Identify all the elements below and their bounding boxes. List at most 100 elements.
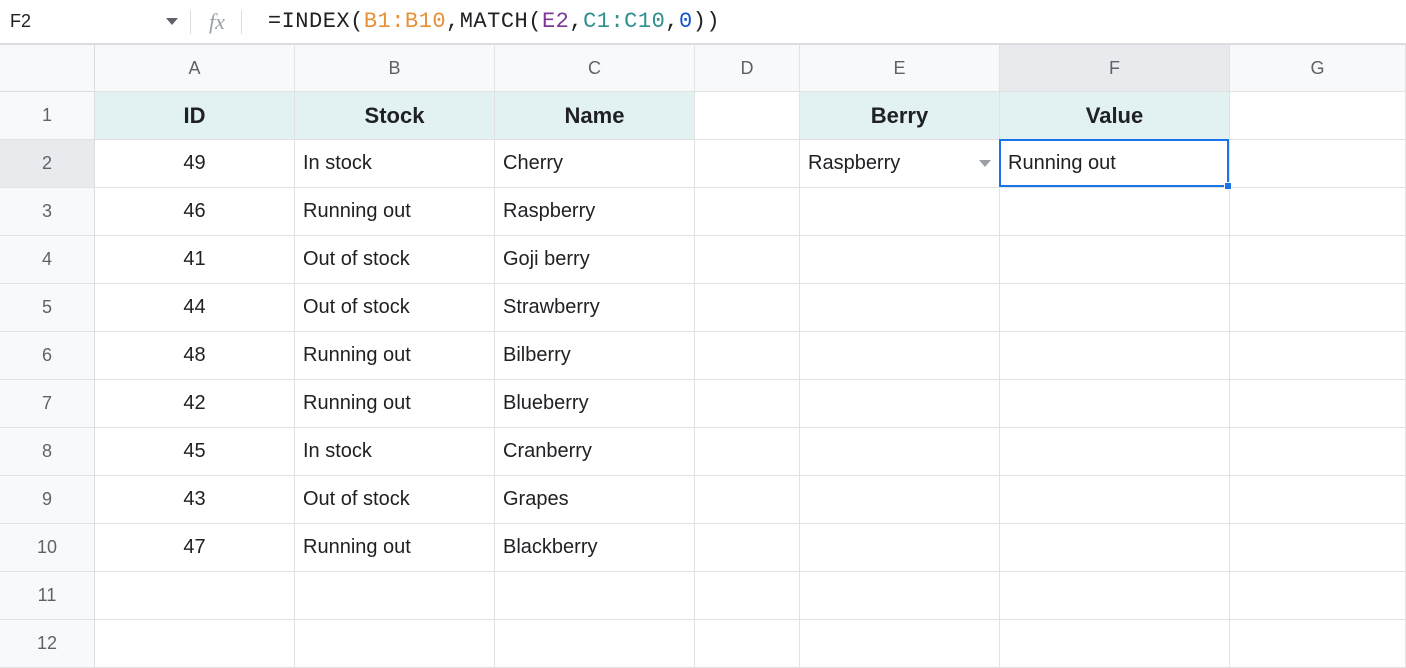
cell-G8[interactable] — [1230, 428, 1406, 476]
cell-B7[interactable]: Running out — [295, 380, 495, 428]
cell-E2[interactable]: Raspberry — [800, 140, 1000, 188]
cell-E6[interactable] — [800, 332, 1000, 380]
cell-D7[interactable] — [695, 380, 800, 428]
cell-G5[interactable] — [1230, 284, 1406, 332]
cell-E8[interactable] — [800, 428, 1000, 476]
cell-F8[interactable] — [1000, 428, 1230, 476]
cell-B11[interactable] — [295, 572, 495, 620]
cell-G2[interactable] — [1230, 140, 1406, 188]
row-header-3[interactable]: 3 — [0, 188, 95, 236]
cell-E11[interactable] — [800, 572, 1000, 620]
cell-F7[interactable] — [1000, 380, 1230, 428]
cell-E7[interactable] — [800, 380, 1000, 428]
row-header-6[interactable]: 6 — [0, 332, 95, 380]
cell-E1[interactable]: Berry — [800, 92, 1000, 140]
cell-C12[interactable] — [495, 620, 695, 668]
cell-D4[interactable] — [695, 236, 800, 284]
cell-D10[interactable] — [695, 524, 800, 572]
cell-B12[interactable] — [295, 620, 495, 668]
cell-A12[interactable] — [95, 620, 295, 668]
cell-C7[interactable]: Blueberry — [495, 380, 695, 428]
row-header-2[interactable]: 2 — [0, 140, 95, 188]
cell-D1[interactable] — [695, 92, 800, 140]
cell-F12[interactable] — [1000, 620, 1230, 668]
col-header-D[interactable]: D — [695, 44, 800, 92]
row-header-1[interactable]: 1 — [0, 92, 95, 140]
cell-E3[interactable] — [800, 188, 1000, 236]
cell-A7[interactable]: 42 — [95, 380, 295, 428]
cell-C5[interactable]: Strawberry — [495, 284, 695, 332]
cell-G10[interactable] — [1230, 524, 1406, 572]
cell-A11[interactable] — [95, 572, 295, 620]
col-header-G[interactable]: G — [1230, 44, 1406, 92]
cell-A10[interactable]: 47 — [95, 524, 295, 572]
col-header-B[interactable]: B — [295, 44, 495, 92]
cell-D8[interactable] — [695, 428, 800, 476]
cell-F2[interactable]: Running out — [1000, 140, 1230, 188]
cell-C2[interactable]: Cherry — [495, 140, 695, 188]
col-header-C[interactable]: C — [495, 44, 695, 92]
col-header-F[interactable]: F — [1000, 44, 1230, 92]
name-box[interactable]: F2 — [0, 11, 95, 32]
row-header-11[interactable]: 11 — [0, 572, 95, 620]
row-header-12[interactable]: 12 — [0, 620, 95, 668]
cell-B3[interactable]: Running out — [295, 188, 495, 236]
cell-B8[interactable]: In stock — [295, 428, 495, 476]
row-header-7[interactable]: 7 — [0, 380, 95, 428]
cell-F5[interactable] — [1000, 284, 1230, 332]
cell-D3[interactable] — [695, 188, 800, 236]
cell-C8[interactable]: Cranberry — [495, 428, 695, 476]
cell-F10[interactable] — [1000, 524, 1230, 572]
cell-E12[interactable] — [800, 620, 1000, 668]
cell-C11[interactable] — [495, 572, 695, 620]
cell-D2[interactable] — [695, 140, 800, 188]
cell-A1[interactable]: ID — [95, 92, 295, 140]
cell-G3[interactable] — [1230, 188, 1406, 236]
cell-E10[interactable] — [800, 524, 1000, 572]
cell-E5[interactable] — [800, 284, 1000, 332]
cell-E9[interactable] — [800, 476, 1000, 524]
cell-A2[interactable]: 49 — [95, 140, 295, 188]
cell-D9[interactable] — [695, 476, 800, 524]
cell-A5[interactable]: 44 — [95, 284, 295, 332]
cell-C6[interactable]: Bilberry — [495, 332, 695, 380]
cell-C1[interactable]: Name — [495, 92, 695, 140]
cell-G9[interactable] — [1230, 476, 1406, 524]
name-box-dropdown[interactable] — [95, 18, 190, 25]
cell-B1[interactable]: Stock — [295, 92, 495, 140]
cell-B9[interactable]: Out of stock — [295, 476, 495, 524]
cell-C10[interactable]: Blackberry — [495, 524, 695, 572]
cell-C9[interactable]: Grapes — [495, 476, 695, 524]
cell-F4[interactable] — [1000, 236, 1230, 284]
cell-A4[interactable]: 41 — [95, 236, 295, 284]
row-header-4[interactable]: 4 — [0, 236, 95, 284]
cell-D6[interactable] — [695, 332, 800, 380]
row-header-5[interactable]: 5 — [0, 284, 95, 332]
cell-B4[interactable]: Out of stock — [295, 236, 495, 284]
cell-D12[interactable] — [695, 620, 800, 668]
cell-F6[interactable] — [1000, 332, 1230, 380]
cell-A3[interactable]: 46 — [95, 188, 295, 236]
cell-G4[interactable] — [1230, 236, 1406, 284]
cell-E4[interactable] — [800, 236, 1000, 284]
cell-G1[interactable] — [1230, 92, 1406, 140]
row-header-9[interactable]: 9 — [0, 476, 95, 524]
cell-A6[interactable]: 48 — [95, 332, 295, 380]
row-header-10[interactable]: 10 — [0, 524, 95, 572]
cell-G12[interactable] — [1230, 620, 1406, 668]
cell-A9[interactable]: 43 — [95, 476, 295, 524]
chevron-down-icon[interactable] — [979, 160, 991, 167]
row-header-8[interactable]: 8 — [0, 428, 95, 476]
cell-F11[interactable] — [1000, 572, 1230, 620]
cell-G11[interactable] — [1230, 572, 1406, 620]
cell-G6[interactable] — [1230, 332, 1406, 380]
select-all-corner[interactable] — [0, 44, 95, 92]
cell-D11[interactable] — [695, 572, 800, 620]
cell-F3[interactable] — [1000, 188, 1230, 236]
cell-A8[interactable]: 45 — [95, 428, 295, 476]
col-header-A[interactable]: A — [95, 44, 295, 92]
cell-C3[interactable]: Raspberry — [495, 188, 695, 236]
col-header-E[interactable]: E — [800, 44, 1000, 92]
cell-C4[interactable]: Goji berry — [495, 236, 695, 284]
cell-G7[interactable] — [1230, 380, 1406, 428]
